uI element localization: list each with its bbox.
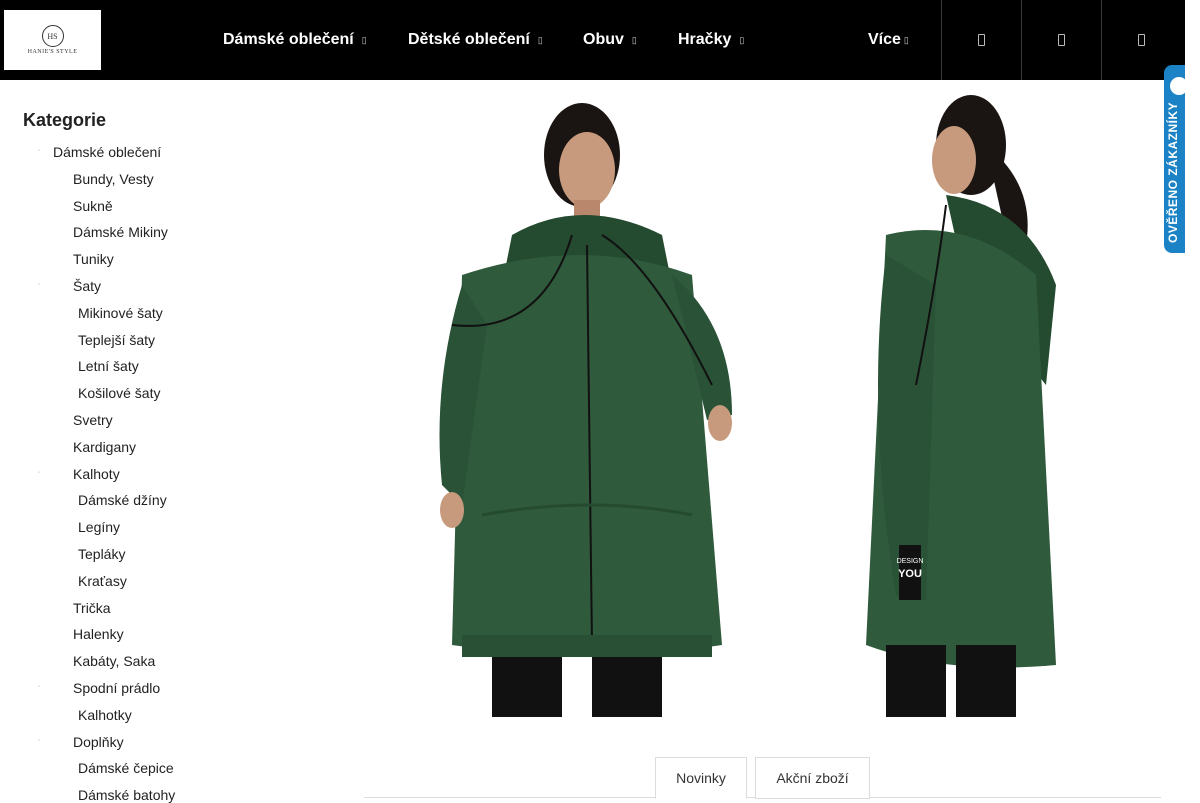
sidebar-category-item[interactable]: Kardigany bbox=[73, 439, 136, 455]
sidebar-category-item[interactable]: Trička bbox=[73, 600, 111, 616]
heureka-icon bbox=[1170, 77, 1185, 95]
chevron-down-icon: ▯ bbox=[361, 34, 367, 45]
sidebar-category-item[interactable]: Tuniky bbox=[73, 251, 114, 267]
sidebar-category-item[interactable]: Dámské batohy bbox=[78, 787, 175, 803]
chevron-down-icon: ▯ bbox=[739, 34, 745, 45]
sidebar-category-item[interactable]: Teplejší šaty bbox=[78, 332, 155, 348]
chevron-down-icon: ▯ bbox=[903, 34, 909, 45]
sidebar-category-item[interactable]: Kalhotky bbox=[78, 707, 132, 723]
product-photo-side: DESIGN YOU bbox=[866, 95, 1056, 717]
nav-label: Obuv bbox=[583, 31, 624, 48]
nav-label: Dámské oblečení bbox=[223, 31, 354, 48]
chevron-down-icon: ▯ bbox=[631, 34, 637, 45]
chevron-down-icon: ▯ bbox=[537, 34, 543, 45]
sidebar-category-item[interactable]: Košilové šaty bbox=[78, 385, 160, 401]
site-logo[interactable]: HS HANIE'S STYLE bbox=[4, 10, 101, 70]
product-image-front[interactable] bbox=[392, 85, 744, 717]
logo-name: HANIE'S STYLE bbox=[27, 49, 78, 55]
sleeve-print-you: YOU bbox=[898, 568, 922, 580]
sidebar-category-item[interactable]: Legíny bbox=[78, 519, 120, 535]
sidebar-category-item[interactable]: Kabáty, Saka bbox=[73, 653, 155, 669]
expand-bullet-icon[interactable]: ◦ bbox=[38, 282, 40, 288]
expand-bullet-icon[interactable]: ◦ bbox=[38, 684, 40, 690]
verified-customers-badge[interactable]: OVĚŘENO ZÁKAZNÍKY bbox=[1164, 65, 1185, 253]
sidebar-category-item[interactable]: Mikinové šaty bbox=[78, 305, 163, 321]
sidebar-category-item[interactable]: Dámské oblečení bbox=[53, 144, 161, 160]
sidebar-category-item[interactable]: Tepláky bbox=[78, 546, 125, 562]
nav-vice[interactable]: Více ▯ bbox=[868, 0, 909, 80]
sidebar-category-item[interactable]: Dámské čepice bbox=[78, 760, 174, 776]
cart-icon bbox=[1138, 34, 1145, 46]
user-icon bbox=[1058, 34, 1065, 46]
expand-bullet-icon[interactable]: ◦ bbox=[38, 470, 40, 476]
expand-bullet-icon[interactable]: ◦ bbox=[38, 148, 40, 154]
sidebar-category-item[interactable]: Doplňky bbox=[73, 734, 124, 750]
nav-label: Dětské oblečení bbox=[408, 31, 530, 48]
badge-text: OVĚŘENO ZÁKAZNÍKY bbox=[1166, 101, 1180, 243]
nav-label: Hračky bbox=[678, 31, 732, 48]
sidebar-category-item[interactable]: Dámské Mikiny bbox=[73, 224, 168, 240]
product-image-side[interactable]: DESIGN YOU bbox=[796, 85, 1076, 717]
sidebar-category-item[interactable]: Šaty bbox=[73, 278, 101, 294]
sidebar-category-item[interactable]: Dámské džíny bbox=[78, 492, 167, 508]
nav-damske-obleceni[interactable]: Dámské oblečení ▯ bbox=[223, 0, 367, 80]
search-button[interactable] bbox=[941, 0, 1021, 80]
sidebar-category-item[interactable]: Kalhoty bbox=[73, 466, 120, 482]
tab-novinky[interactable]: Novinky bbox=[655, 757, 747, 799]
expand-bullet-icon[interactable]: ◦ bbox=[38, 738, 40, 744]
nav-obuv[interactable]: Obuv ▯ bbox=[583, 0, 637, 80]
sidebar-category-item[interactable]: Kraťasy bbox=[78, 573, 127, 589]
carousel-prev-button[interactable] bbox=[372, 382, 408, 418]
sidebar-category-item[interactable]: Letní šaty bbox=[78, 358, 139, 374]
sleeve-print: DESIGN bbox=[897, 558, 924, 565]
sidebar-category-item[interactable]: Svetry bbox=[73, 412, 113, 428]
account-button[interactable] bbox=[1021, 0, 1101, 80]
sidebar-category-item[interactable]: Spodní prádlo bbox=[73, 680, 160, 696]
search-icon bbox=[978, 34, 985, 46]
nav-hracky[interactable]: Hračky ▯ bbox=[678, 0, 744, 80]
sidebar-category-item[interactable]: Sukně bbox=[73, 198, 113, 214]
logo-emblem: HS bbox=[41, 25, 64, 47]
sidebar-category-item[interactable]: Bundy, Vesty bbox=[73, 171, 154, 187]
nav-detske-obleceni[interactable]: Dětské oblečení ▯ bbox=[408, 0, 543, 80]
sidebar-category-item[interactable]: Halenky bbox=[73, 626, 124, 642]
product-photo-front bbox=[439, 103, 732, 717]
nav-label: Více bbox=[868, 31, 901, 48]
site-header: HS HANIE'S STYLE Dámské oblečení ▯ Dětsk… bbox=[0, 0, 1185, 80]
sidebar-title: Kategorie bbox=[23, 110, 107, 130]
tab-akcni-zbozi[interactable]: Akční zboží bbox=[755, 757, 870, 799]
